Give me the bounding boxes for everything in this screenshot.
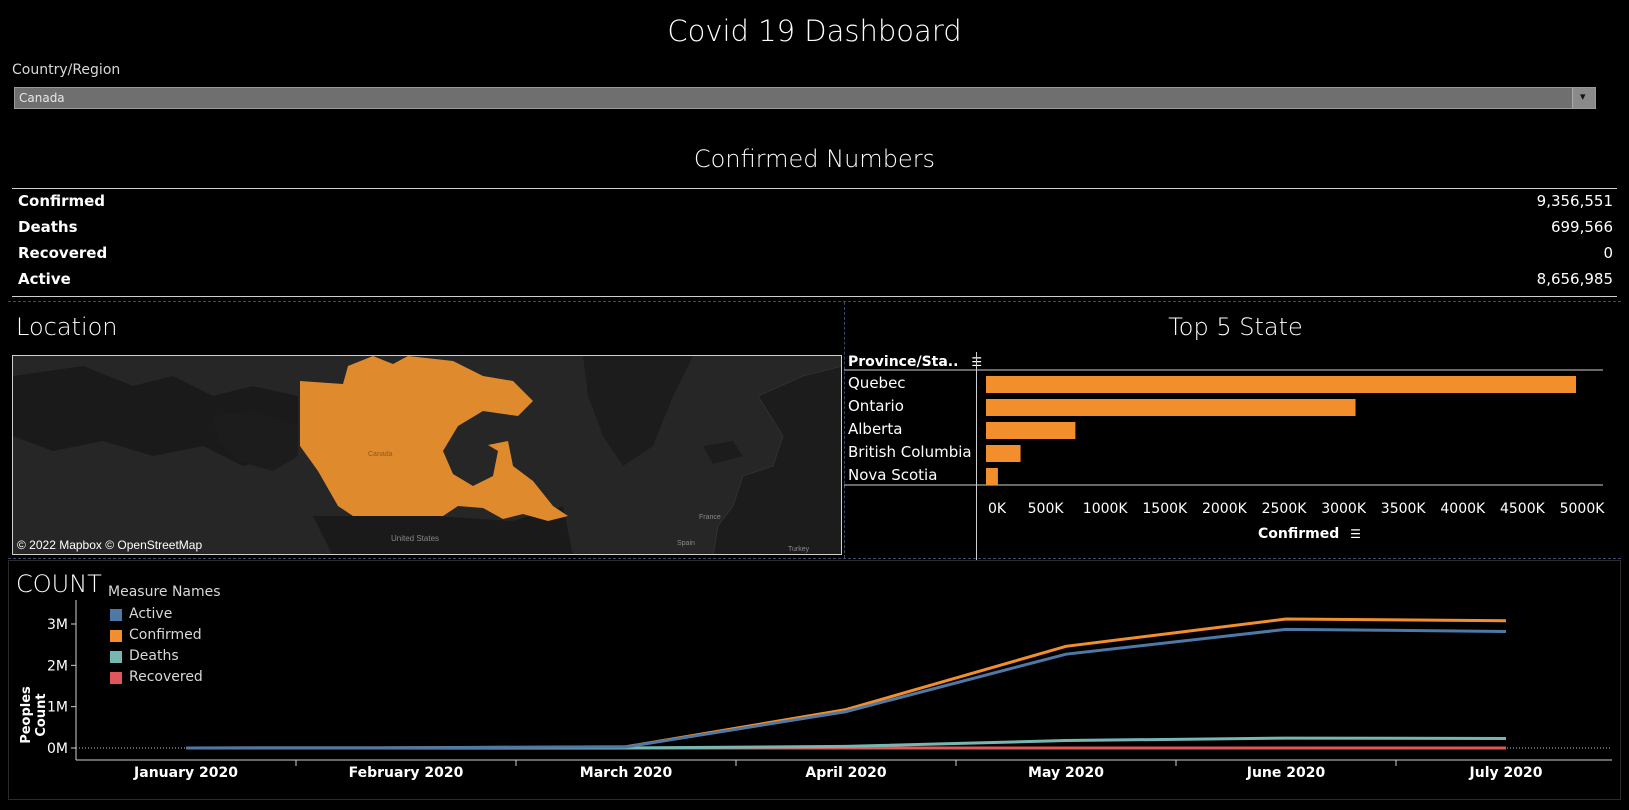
bar-x-tick-label: 2500K bbox=[1262, 501, 1308, 517]
map-usa-label: United States bbox=[391, 534, 439, 543]
bar-category-label: British Columbia bbox=[848, 443, 972, 461]
kpi-value: 9,356,551 bbox=[1536, 192, 1613, 210]
kpi-label: Recovered bbox=[18, 244, 108, 262]
bar-alberta[interactable] bbox=[986, 422, 1076, 439]
bar-category-label: Alberta bbox=[848, 420, 902, 438]
map-canada-label: Canada bbox=[368, 451, 393, 458]
europe-landmass bbox=[713, 366, 841, 554]
bar-x-tick-label: 3500K bbox=[1381, 501, 1427, 517]
kpi-row-confirmed: Confirmed 9,356,551 bbox=[18, 192, 1613, 218]
location-map[interactable]: Canada United States France Spain Turkey… bbox=[12, 355, 842, 555]
confirmed-numbers-title: Confirmed Numbers bbox=[693, 145, 936, 173]
y-tick-label: 0M bbox=[47, 741, 68, 757]
x-tick-label: July 2020 bbox=[1469, 765, 1543, 781]
chevron-down-icon: ▾ bbox=[1580, 90, 1586, 103]
map-turkey-label: Turkey bbox=[788, 546, 810, 553]
x-tick-label: March 2020 bbox=[580, 765, 673, 781]
bar-x-tick-label: 4500K bbox=[1500, 501, 1546, 517]
kpi-value: 0 bbox=[1603, 244, 1613, 262]
bar-x-axis-label: Confirmed bbox=[1258, 526, 1340, 542]
bar-category-label: Quebec bbox=[848, 374, 906, 392]
bar-nova-scotia[interactable] bbox=[986, 468, 998, 485]
section-divider bbox=[8, 301, 1621, 302]
bar-x-tick-label: 1000K bbox=[1083, 501, 1129, 517]
bar-category-label: Nova Scotia bbox=[848, 466, 937, 484]
map-attribution: © 2022 Mapbox © OpenStreetMap bbox=[17, 538, 203, 552]
bar-x-tick-label: 4000K bbox=[1440, 501, 1486, 517]
y-tick-label: 1M bbox=[47, 700, 68, 716]
bar-x-tick-label: 3000K bbox=[1321, 501, 1367, 517]
bar-quebec[interactable] bbox=[986, 376, 1577, 393]
y-tick-label: 2M bbox=[47, 658, 68, 674]
location-title: Location bbox=[16, 313, 118, 341]
canada-region[interactable] bbox=[300, 356, 568, 521]
top5-title: Top 5 State bbox=[1168, 313, 1303, 341]
x-tick-label: January 2020 bbox=[133, 765, 238, 781]
top5-bar-chart: Quebec Ontario Alberta British Columbia Nova… bbox=[844, 352, 1606, 560]
bar-x-tick-label: 5000K bbox=[1560, 501, 1606, 517]
iceland-landmass bbox=[703, 441, 743, 464]
series-line-confirmed[interactable] bbox=[185, 617, 1507, 750]
bar-x-tick-label: 1500K bbox=[1142, 501, 1188, 517]
x-tick-label: June 2020 bbox=[1246, 765, 1326, 781]
kpi-row-active: Active 8,656,985 bbox=[18, 270, 1613, 296]
series-line-active[interactable] bbox=[185, 627, 1507, 750]
map-spain-label: Spain bbox=[677, 540, 695, 547]
country-region-dropdown[interactable]: Canada ▾ bbox=[14, 87, 1596, 109]
count-title: COUNT bbox=[16, 570, 102, 598]
bar-category-label: Ontario bbox=[848, 397, 904, 415]
map-svg: Canada United States France Spain Turkey bbox=[13, 356, 841, 554]
kpi-label: Confirmed bbox=[18, 192, 106, 210]
kpi-row-recovered: Recovered 0 bbox=[18, 244, 1613, 270]
country-filter-label: Country/Region bbox=[12, 62, 121, 78]
kpi-label: Deaths bbox=[18, 218, 78, 236]
kpi-top-rule bbox=[12, 188, 1617, 189]
bar-british-columbia[interactable] bbox=[986, 445, 1021, 462]
count-line-chart: 0M 1M 2M 3M January 2020 February 2020 March 2… bbox=[47, 600, 1612, 781]
bar-x-tick-label: 500K bbox=[1028, 501, 1065, 517]
y-tick-label: 3M bbox=[47, 617, 68, 633]
bar-x-axis-title[interactable]: Confirmed ☰ bbox=[1258, 526, 1361, 542]
x-tick-label: May 2020 bbox=[1028, 765, 1104, 781]
sort-icon[interactable]: ☰ bbox=[1350, 527, 1361, 541]
x-tick-label: April 2020 bbox=[805, 765, 886, 781]
map-france-label: France bbox=[699, 514, 721, 521]
bar-x-tick-label: 2000K bbox=[1202, 501, 1248, 517]
country-dropdown-value: Canada bbox=[19, 91, 65, 105]
bar-x-tick-label: 0K bbox=[988, 501, 1007, 517]
kpi-bottom-rule bbox=[12, 296, 1617, 297]
kpi-value: 699,566 bbox=[1550, 218, 1613, 236]
legend-title: Measure Names bbox=[108, 584, 221, 600]
bar-ontario[interactable] bbox=[986, 399, 1356, 416]
dashboard-title: Covid 19 Dashboard bbox=[667, 14, 962, 48]
x-tick-label: February 2020 bbox=[349, 765, 464, 781]
greenland-landmass bbox=[583, 356, 693, 466]
dropdown-toggle-button[interactable]: ▾ bbox=[1572, 88, 1595, 108]
kpi-value: 8,656,985 bbox=[1536, 270, 1613, 288]
kpi-label: Active bbox=[18, 270, 71, 288]
kpi-row-deaths: Deaths 699,566 bbox=[18, 218, 1613, 244]
